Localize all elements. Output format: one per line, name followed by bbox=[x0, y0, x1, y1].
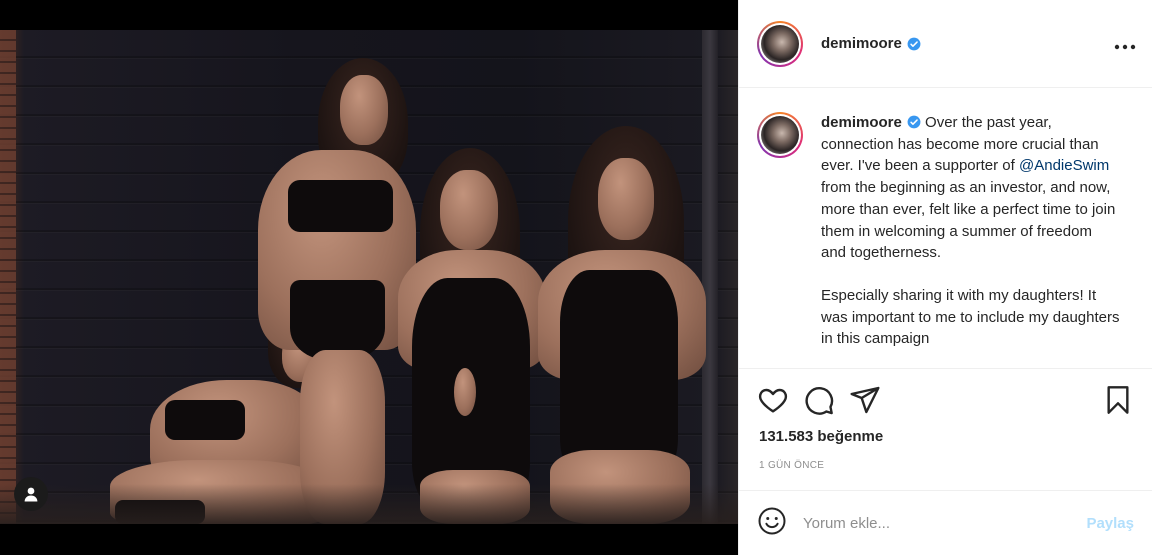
post-photo[interactable] bbox=[0, 30, 738, 524]
paper-plane-icon bbox=[850, 386, 880, 414]
more-horizontal-icon bbox=[1114, 44, 1136, 49]
action-bar bbox=[757, 383, 1134, 417]
bookmark-icon bbox=[1107, 386, 1129, 414]
caption-avatar[interactable] bbox=[757, 112, 803, 158]
caption: demimoore Over the past year, connection… bbox=[739, 89, 1152, 350]
save-button[interactable] bbox=[1102, 384, 1134, 416]
post-side-panel: demimoore demimoore Over the past year, … bbox=[738, 0, 1152, 555]
post-timestamp[interactable]: 1 GÜN ÖNCE bbox=[759, 460, 824, 471]
caption-username-link[interactable]: demimoore bbox=[821, 114, 902, 131]
verified-badge-icon bbox=[907, 37, 921, 50]
comment-input[interactable] bbox=[803, 514, 1079, 532]
post-header: demimoore bbox=[739, 0, 1152, 88]
avatar[interactable] bbox=[757, 20, 803, 67]
verified-badge-icon bbox=[907, 115, 921, 129]
caption-paragraph-2: Especially sharing it with my daughters!… bbox=[821, 286, 1120, 348]
post-comment-button[interactable]: Paylaş bbox=[1086, 515, 1134, 532]
user-icon bbox=[24, 487, 38, 502]
comment-bar: Paylaş bbox=[739, 490, 1152, 555]
emoji-button[interactable] bbox=[757, 506, 787, 541]
caption-text: demimoore Over the past year, connection… bbox=[821, 112, 1121, 350]
comments-scroll-area[interactable]: demimoore Over the past year, connection… bbox=[739, 89, 1152, 369]
mention-link[interactable]: @AndieSwim bbox=[1019, 157, 1109, 174]
comment-icon bbox=[805, 387, 834, 415]
share-button[interactable] bbox=[849, 384, 881, 416]
like-button[interactable] bbox=[757, 384, 789, 416]
tagged-users-button[interactable] bbox=[14, 477, 48, 511]
caption-body-2: from the beginning as an investor, and n… bbox=[821, 179, 1116, 262]
likes-count[interactable]: 131.583 beğenme bbox=[759, 428, 883, 445]
comment-button[interactable] bbox=[803, 384, 835, 416]
smiley-icon bbox=[758, 507, 786, 534]
heart-icon bbox=[758, 388, 788, 413]
more-options-button[interactable] bbox=[1114, 34, 1136, 54]
post-media[interactable] bbox=[0, 0, 738, 555]
username-link[interactable]: demimoore bbox=[821, 35, 902, 52]
